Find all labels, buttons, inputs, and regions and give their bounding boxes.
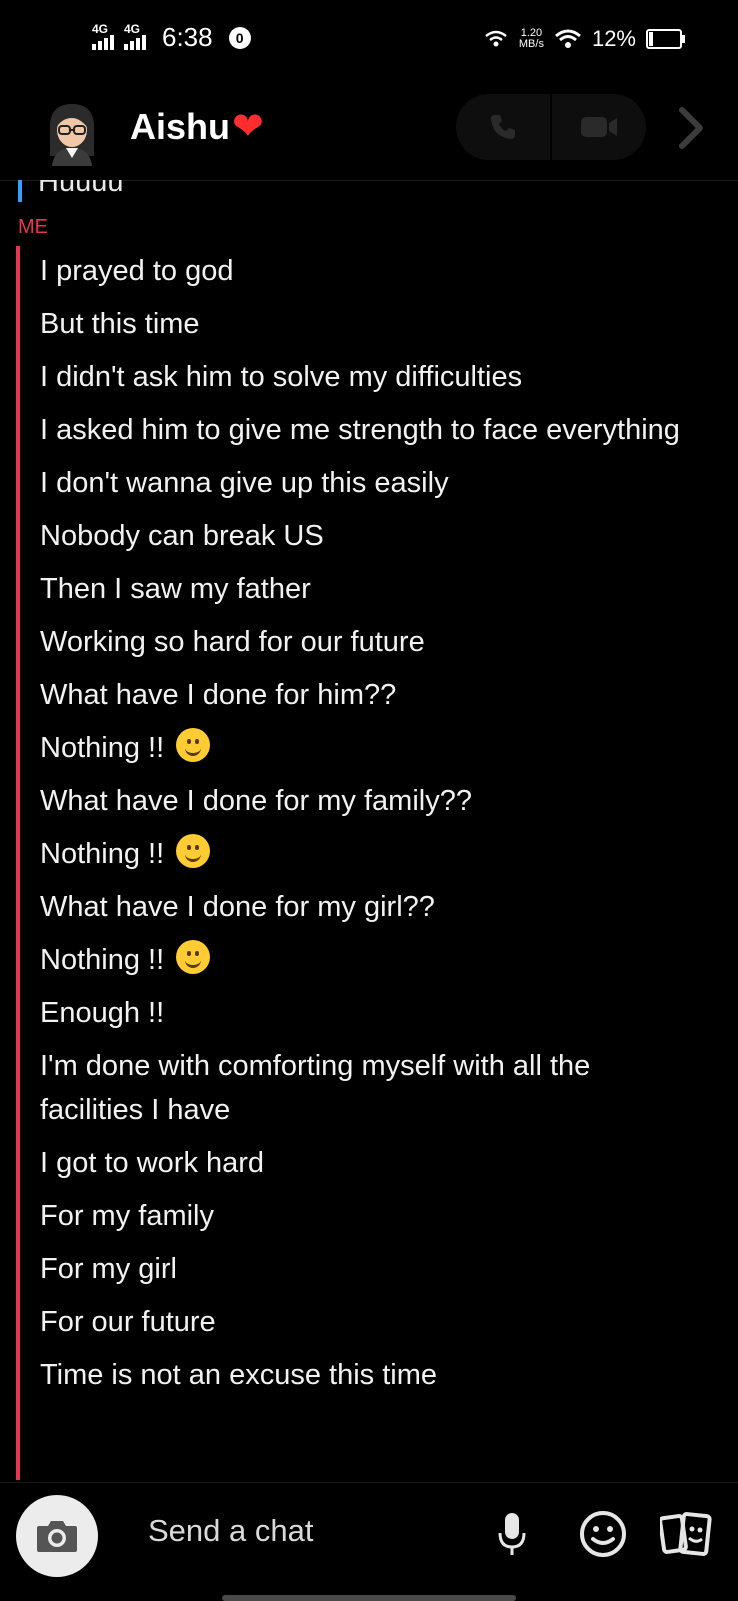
status-right: 1.20 MB/s 12% (483, 26, 685, 52)
signal-4g-2-icon: 4G (124, 22, 146, 50)
vpn-badge-icon: 0 (228, 26, 251, 49)
chat-input-bar: Send a chat (0, 1482, 738, 1601)
camera-icon (37, 1521, 77, 1552)
friend-message-bar (18, 180, 22, 202)
chat-message[interactable]: I prayed to god (40, 250, 700, 294)
chat-header: Aishu ❤ (0, 84, 738, 181)
sender-label: ME (18, 216, 48, 238)
chat-message[interactable]: I got to work hard (40, 1142, 700, 1186)
message-text: Nothing !! (40, 944, 165, 976)
chat-area[interactable]: Huuuu ME I prayed to god But this time I… (0, 180, 738, 1480)
contact-name[interactable]: Aishu ❤ (130, 104, 264, 149)
chat-message[interactable]: I asked him to give me strength to face … (40, 409, 700, 453)
speed-unit: MB/s (518, 38, 544, 50)
call-actions (456, 94, 646, 160)
network-label-1: 4G (92, 21, 109, 36)
message-list: I prayed to god But this time I didn't a… (40, 250, 700, 1407)
network-label-2: 4G (124, 21, 141, 36)
my-message-bar (16, 246, 20, 1480)
chat-message[interactable]: I don't wanna give up this easily (40, 462, 700, 506)
chat-message-with-emoji[interactable]: Nothing !! (40, 727, 700, 771)
phone-icon (491, 115, 515, 139)
heart-emoji: ❤ (232, 106, 264, 148)
chat-message-with-emoji[interactable]: Nothing !! (40, 833, 700, 877)
chat-message-with-emoji[interactable]: Nothing !! (40, 939, 700, 983)
video-call-button[interactable] (552, 94, 646, 160)
clock: 6:38 (162, 22, 213, 52)
avatar[interactable] (40, 98, 104, 166)
smiley-icon[interactable] (578, 1509, 628, 1559)
network-speed: 1.20 MB/s (519, 28, 544, 50)
previous-message[interactable]: Huuuu (38, 180, 123, 199)
chat-message[interactable]: For our future (40, 1301, 700, 1345)
chat-message[interactable]: What have I done for him?? (40, 674, 700, 718)
signal-4g-1-icon: 4G (92, 22, 114, 50)
chat-message[interactable]: Then I saw my father (40, 568, 700, 612)
chat-message[interactable]: I'm done with comforting myself with all… (40, 1045, 700, 1132)
chat-message[interactable]: Enough !! (40, 992, 700, 1036)
wifi-call-icon (485, 30, 507, 47)
battery-icon (646, 29, 685, 49)
chat-message[interactable]: Nobody can break US (40, 515, 700, 559)
home-indicator[interactable] (222, 1595, 516, 1601)
chat-message[interactable]: For my family (40, 1195, 700, 1239)
slight-smile-emoji-icon (176, 940, 211, 974)
message-text: Nothing !! (40, 838, 165, 870)
chat-message[interactable]: For my girl (40, 1248, 700, 1292)
chat-message[interactable]: What have I done for my girl?? (40, 886, 700, 930)
chat-input[interactable]: Send a chat (148, 1513, 313, 1549)
wifi-icon (554, 29, 581, 48)
chat-message[interactable]: Working so hard for our future (40, 621, 700, 665)
chevron-right-icon[interactable] (676, 106, 706, 150)
video-camera-icon (581, 117, 617, 137)
camera-button[interactable] (16, 1495, 98, 1577)
microphone-icon[interactable] (496, 1511, 528, 1559)
slight-smile-emoji-icon (176, 728, 211, 762)
chat-message[interactable]: What have I done for my family?? (40, 780, 700, 824)
status-left: 4G 4G 6:38 0 (92, 22, 251, 53)
chat-message[interactable]: I didn't ask him to solve my difficultie… (40, 356, 700, 400)
voice-call-button[interactable] (456, 94, 550, 160)
contact-name-text: Aishu (130, 105, 231, 147)
message-text: Nothing !! (40, 732, 165, 764)
stickers-cards-icon[interactable] (660, 1511, 712, 1559)
slight-smile-emoji-icon (176, 834, 211, 868)
chat-message[interactable]: Time is not an excuse this time (40, 1354, 700, 1398)
battery-percent: 12% (591, 26, 636, 51)
status-bar: 4G 4G 6:38 0 1.20 MB/s 12% (0, 0, 738, 84)
chat-message[interactable]: But this time (40, 303, 700, 347)
